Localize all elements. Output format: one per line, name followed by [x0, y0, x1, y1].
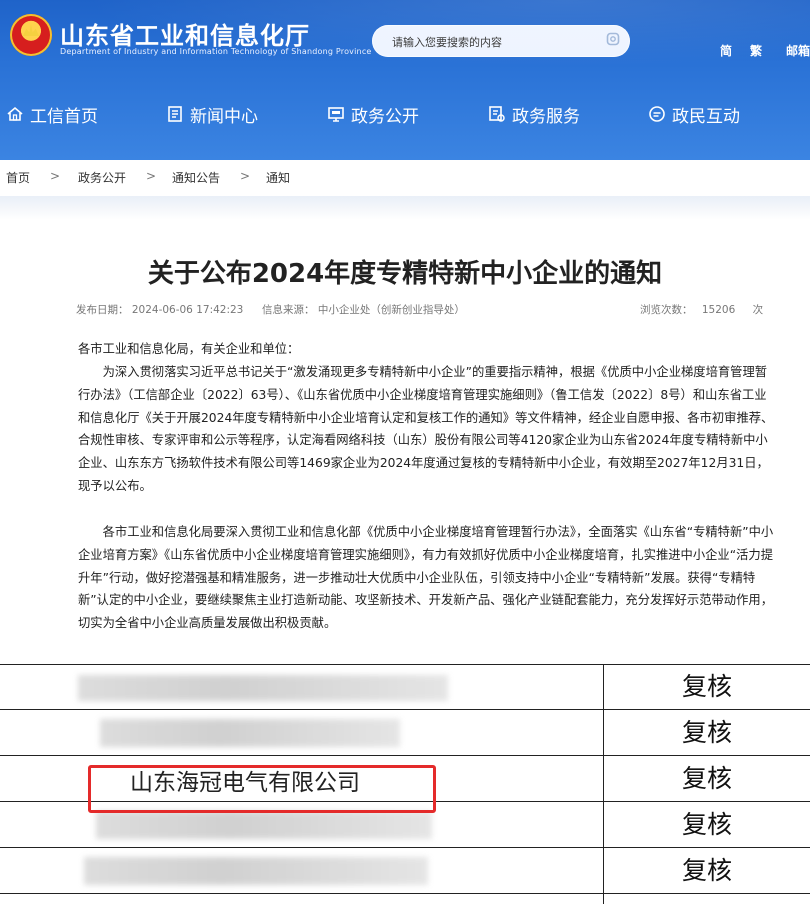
paragraph-1: 为深入贯彻落实习近平总书记关于“激发涌现更多专精特新中小企业”的重要指示精神，根…	[78, 365, 774, 493]
nav-item-gov-services[interactable]: 政务服务	[488, 97, 580, 131]
blurred-company-name	[100, 719, 400, 747]
nav-label: 工信首页	[30, 106, 98, 127]
nav-item-interaction[interactable]: 政民互动	[648, 97, 740, 131]
lang-simplified-link[interactable]: 简	[720, 42, 732, 59]
view-count: 浏览次数： 15206 次	[640, 302, 763, 317]
breadcrumb-separator: >	[50, 169, 61, 183]
home-icon	[7, 106, 23, 121]
breadcrumb-gov-affairs[interactable]: 政务公开	[78, 169, 126, 186]
status-cell: 复核	[681, 764, 732, 793]
national-emblem-icon	[10, 14, 52, 56]
site-subtitle: Department of Industry and Information T…	[60, 47, 372, 56]
monitor-icon	[328, 107, 344, 122]
source-value: 中小企业处（创新创业指导处）	[317, 304, 465, 316]
chat-icon	[649, 106, 665, 122]
blurred-company-name	[96, 811, 432, 839]
search-input[interactable]	[390, 31, 594, 53]
site-title[interactable]: 山东省工业和信息化厅	[60, 16, 310, 51]
nav-label: 政务服务	[512, 106, 580, 127]
lang-traditional-link[interactable]: 繁	[750, 42, 762, 59]
publish-label: 发布日期：	[76, 304, 129, 316]
table-row: 复核	[0, 665, 810, 710]
nav-label: 政民互动	[672, 106, 740, 127]
views-value: 15206	[701, 304, 736, 316]
breadcrumb-separator: >	[146, 169, 157, 183]
info-source: 信息来源： 中小企业处（创新创业指导处）	[262, 302, 465, 317]
highlight-box	[88, 765, 436, 813]
source-label: 信息来源：	[262, 304, 315, 316]
blurred-company-name	[78, 675, 448, 701]
search-box[interactable]	[372, 25, 630, 57]
blurred-company-name	[84, 857, 428, 885]
table-row: 复核	[0, 711, 810, 756]
breadcrumb-notices[interactable]: 通知公告	[172, 169, 220, 186]
views-unit: 次	[752, 304, 764, 316]
site-header: 山东省工业和信息化厅 Department of Industry and In…	[0, 0, 810, 160]
nav-item-news[interactable]: 新闻中心	[166, 97, 258, 131]
main-nav: 工信首页 新闻中心 政务公开 政务服务 政民互动	[0, 97, 810, 131]
nav-item-home[interactable]: 工信首页	[6, 97, 98, 131]
status-cell: 复核	[681, 856, 732, 885]
status-cell: 复核	[681, 672, 732, 701]
search-icon[interactable]	[606, 32, 620, 46]
document-icon	[168, 106, 182, 122]
breadcrumb-separator: >	[240, 169, 251, 183]
mail-link[interactable]: 邮箱	[786, 42, 810, 59]
status-cell: 复核	[681, 810, 732, 839]
publish-date: 发布日期： 2024-06-06 17:42:23	[76, 302, 243, 317]
table-row: 复核	[0, 849, 810, 894]
breadcrumb-current: 通知	[266, 171, 291, 185]
salutation: 各市工业和信息化局，有关企业和单位：	[78, 342, 300, 356]
page-title: 关于公布2024年度专精特新中小企业的通知	[147, 259, 663, 289]
views-label: 浏览次数：	[640, 304, 693, 316]
nav-label: 新闻中心	[190, 106, 258, 127]
service-icon	[489, 106, 505, 122]
status-cell: 复核	[681, 718, 732, 747]
breadcrumb: 首页 > 政务公开 > 通知公告 > 通知	[0, 160, 810, 194]
nav-item-gov-affairs[interactable]: 政务公开	[327, 97, 419, 131]
publish-value: 2024-06-06 17:42:23	[131, 304, 244, 316]
paragraph-2: 各市工业和信息化局要深入贯彻工业和信息化部《优质中小企业梯度培育管理暂行办法》，…	[78, 525, 774, 631]
nav-label: 政务公开	[351, 106, 419, 127]
table-column-divider	[603, 664, 604, 904]
breadcrumb-home[interactable]: 首页	[6, 169, 30, 186]
